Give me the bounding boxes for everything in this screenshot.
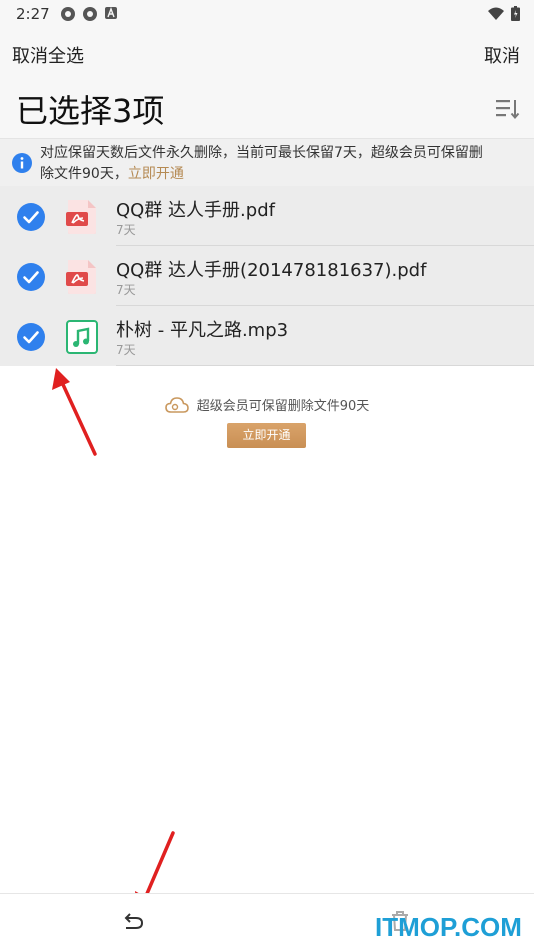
notice-text-line2-content: 除文件90天， bbox=[40, 166, 128, 182]
retention-notice: 对应保留天数后文件永久删除，当前可最长保留7天，超级会员可保留删 除文件90天，… bbox=[0, 138, 534, 187]
a-letter-icon bbox=[105, 7, 117, 19]
file-list: QQ群 达人手册.pdf 7天 QQ群 达人手册(201478181637).p… bbox=[0, 186, 534, 366]
notice-text-line2: 除文件90天，立即开通 bbox=[40, 164, 534, 185]
file-retention: 7天 bbox=[116, 283, 136, 297]
wifi-icon bbox=[488, 7, 504, 20]
status-icons-right bbox=[487, 6, 520, 21]
list-item[interactable]: QQ群 达人手册.pdf 7天 bbox=[0, 186, 534, 246]
vip-promo-line: 超级会员可保留删除文件90天 bbox=[164, 395, 370, 414]
divider bbox=[116, 365, 534, 366]
watermark-text: ITMOP.COM bbox=[375, 912, 522, 942]
checked-icon[interactable] bbox=[17, 203, 45, 231]
status-icons-left bbox=[60, 6, 118, 22]
file-name: QQ群 达人手册(201478181637).pdf bbox=[116, 260, 427, 281]
sort-icon[interactable] bbox=[496, 98, 520, 120]
checked-icon[interactable] bbox=[17, 323, 45, 351]
info-icon bbox=[12, 153, 32, 173]
pdf-file-icon bbox=[66, 260, 96, 294]
open-vip-button[interactable]: 立即开通 bbox=[227, 423, 306, 448]
vip-promo-text: 超级会员可保留删除文件90天 bbox=[196, 399, 370, 414]
app-notification-icon bbox=[83, 7, 97, 21]
status-time: 2:27 bbox=[16, 5, 50, 23]
selection-header: 取消全选 取消 已选择3项 bbox=[0, 28, 534, 138]
vip-promo: 超级会员可保留删除文件90天 立即开通 bbox=[0, 395, 534, 448]
status-bar: 2:27 bbox=[0, 0, 534, 28]
list-item[interactable]: QQ群 达人手册(201478181637).pdf 7天 bbox=[0, 246, 534, 306]
music-file-icon bbox=[66, 320, 98, 354]
notice-open-vip-link[interactable]: 立即开通 bbox=[128, 166, 184, 182]
page-title: 已选择3项 bbox=[16, 92, 165, 130]
restore-icon[interactable] bbox=[122, 912, 144, 930]
cancel-button[interactable]: 取消 bbox=[484, 42, 520, 68]
checked-icon[interactable] bbox=[17, 263, 45, 291]
app-notification-icon bbox=[61, 7, 75, 21]
cloud-icon bbox=[164, 396, 189, 413]
file-name: QQ群 达人手册.pdf bbox=[116, 200, 275, 221]
pdf-file-icon bbox=[66, 200, 96, 234]
file-retention: 7天 bbox=[116, 343, 136, 357]
cancel-select-all-button[interactable]: 取消全选 bbox=[12, 42, 84, 68]
notice-text: 对应保留天数后文件永久删除，当前可最长保留7天，超级会员可保留删 除文件90天，… bbox=[40, 143, 534, 185]
file-name: 朴树 - 平凡之路.mp3 bbox=[116, 320, 289, 341]
notice-text-line1: 对应保留天数后文件永久删除，当前可最长保留7天，超级会员可保留删 bbox=[40, 145, 483, 161]
file-retention: 7天 bbox=[116, 223, 136, 237]
list-item[interactable]: 朴树 - 平凡之路.mp3 7天 bbox=[0, 306, 534, 366]
battery-icon bbox=[511, 6, 520, 21]
